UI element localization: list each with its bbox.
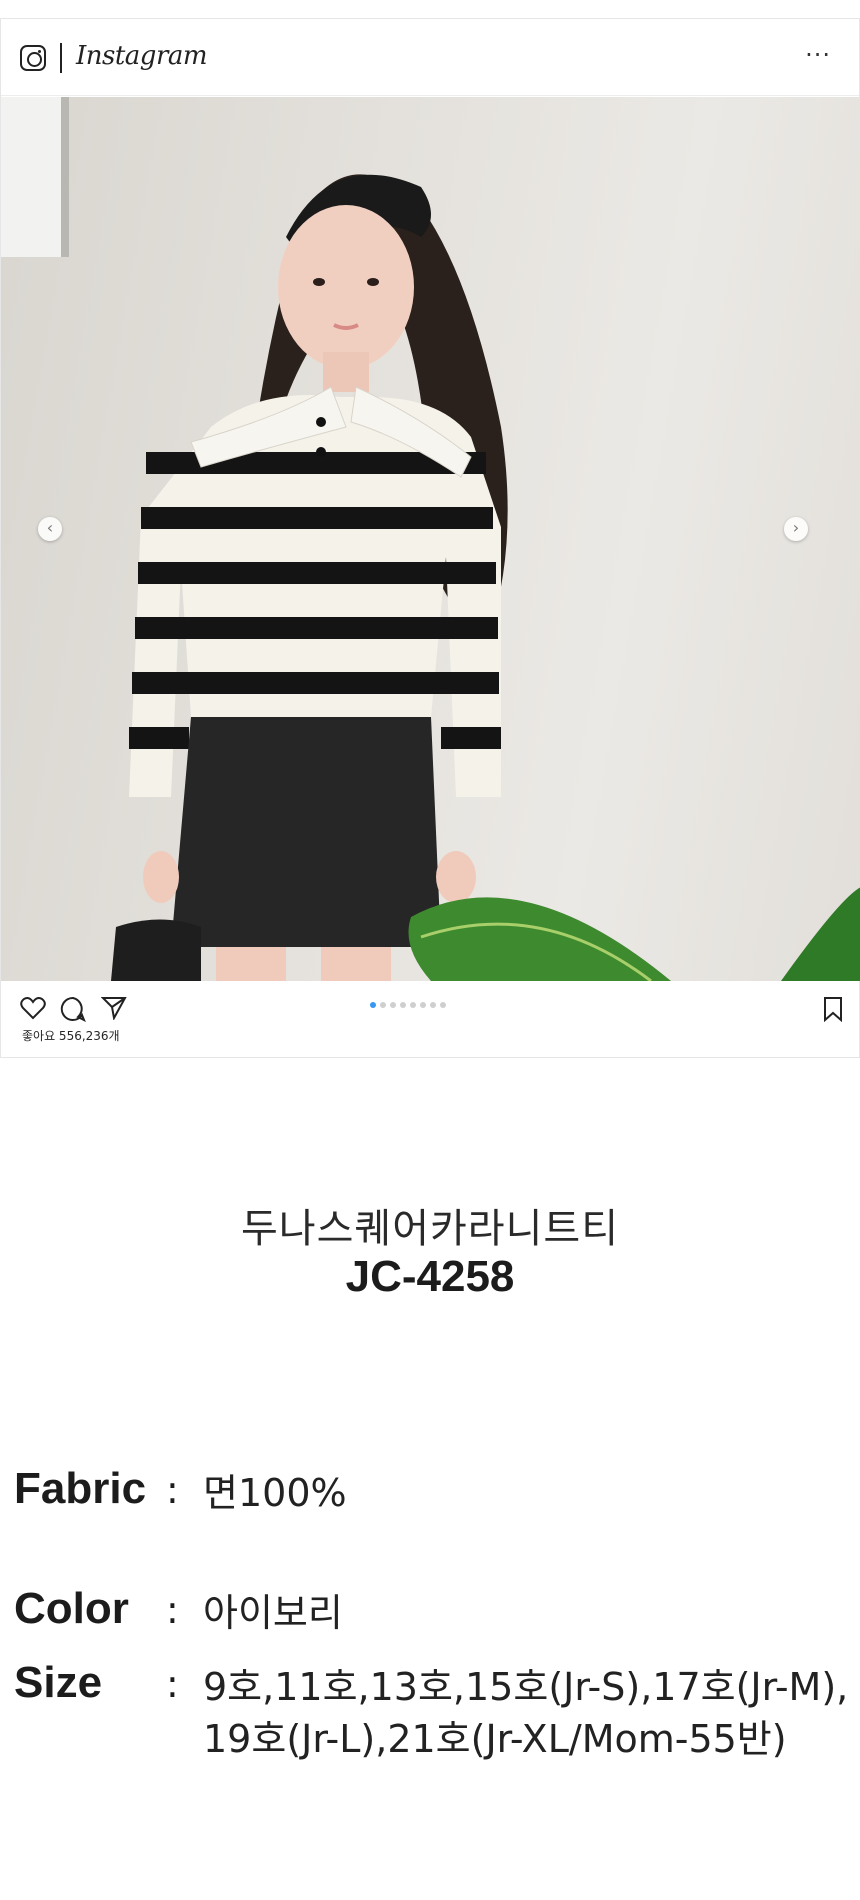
fabric-colon: : (166, 1468, 179, 1512)
header-divider (60, 43, 62, 73)
product-photo: ‹ › (1, 97, 860, 981)
carousel-indicator (370, 1002, 446, 1008)
heart-icon[interactable] (20, 996, 46, 1020)
chevron-left-icon[interactable]: ‹ (38, 517, 62, 541)
send-icon[interactable] (101, 996, 127, 1020)
color-value: 아이보리 (203, 1591, 343, 1635)
post-actions: 좋아요 556,236개 (1, 982, 860, 1058)
size-value-line-1: 9호,11호,13호,15호(Jr-S),17호(Jr-M), (203, 1665, 849, 1709)
post-header: Instagram ··· (1, 19, 859, 96)
instagram-wordmark: Instagram (76, 41, 208, 71)
product-name: 두나스퀘어카라니트티 (241, 1206, 619, 1252)
carousel-dot (390, 1002, 396, 1008)
product-code: JC-4258 (345, 1252, 515, 1301)
instagram-post-card: Instagram ··· ‹ › 좋아요 556,236개 (0, 18, 860, 1058)
more-options-button[interactable]: ··· (805, 41, 831, 69)
carousel-dot (440, 1002, 446, 1008)
fabric-value: 면100% (203, 1471, 347, 1515)
carousel-dot (430, 1002, 436, 1008)
carousel-dot (410, 1002, 416, 1008)
instagram-camera-icon (20, 45, 46, 71)
carousel-dot (420, 1002, 426, 1008)
carousel-dot (400, 1002, 406, 1008)
color-label: Color (14, 1584, 129, 1633)
carousel-dot-active (370, 1002, 376, 1008)
product-photo-illustration (1, 97, 860, 981)
carousel-dot (380, 1002, 386, 1008)
size-colon: : (166, 1662, 179, 1706)
size-value-line-2: 19호(Jr-L),21호(Jr-XL/Mom-55반) (203, 1717, 787, 1761)
likes-count: 좋아요 556,236개 (22, 1029, 120, 1043)
size-label: Size (14, 1658, 103, 1707)
color-colon: : (166, 1588, 179, 1632)
fabric-label: Fabric (14, 1464, 147, 1513)
bookmark-icon[interactable] (822, 996, 844, 1022)
chevron-right-icon[interactable]: › (784, 517, 808, 541)
comment-icon[interactable] (60, 996, 86, 1022)
